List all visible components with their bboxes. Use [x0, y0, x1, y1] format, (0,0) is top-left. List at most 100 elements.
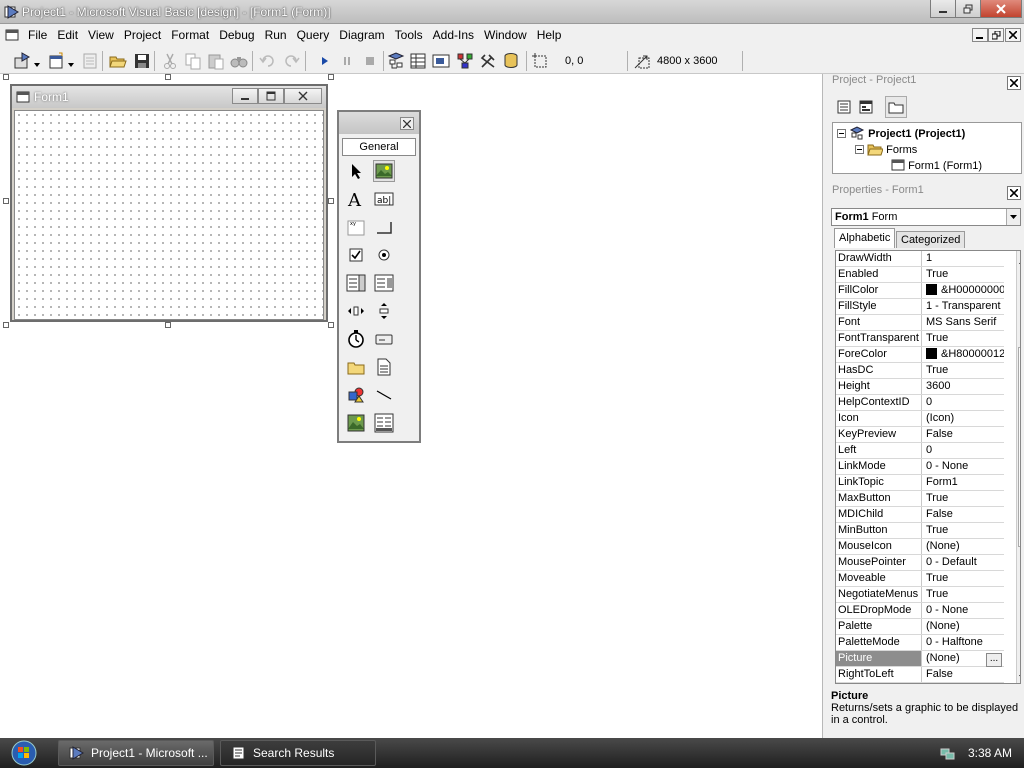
form1-window[interactable]: Form1 — [10, 84, 328, 322]
menu-query[interactable]: Query — [292, 24, 335, 46]
toolbox-window[interactable]: General A ab| xy — [337, 110, 421, 443]
property-row[interactable]: MaxButton True — [836, 491, 1004, 507]
property-value[interactable]: 0 - None — [923, 459, 1004, 474]
undo-button[interactable] — [258, 51, 278, 71]
picture-ellipsis-button[interactable]: ... — [986, 653, 1002, 667]
property-row[interactable]: ForeColor &H80000012 — [836, 347, 1004, 363]
property-value[interactable]: True — [923, 267, 1004, 282]
form-layout-button[interactable] — [431, 51, 451, 71]
tool-checkbox[interactable] — [345, 244, 367, 266]
resize-handle[interactable] — [165, 322, 171, 328]
property-value[interactable]: 0 — [923, 443, 1004, 458]
form1-design-grid[interactable] — [14, 110, 324, 320]
tool-hscrollbar[interactable] — [345, 300, 367, 322]
tree-form1-row[interactable]: Form1 (Form1) — [891, 158, 982, 172]
property-value[interactable]: True — [923, 363, 1004, 378]
add-form-button[interactable] — [46, 51, 66, 71]
tool-combobox[interactable] — [345, 272, 367, 294]
find-button[interactable] — [229, 51, 249, 71]
break-button[interactable] — [337, 51, 357, 71]
property-row[interactable]: FontTransparent True — [836, 331, 1004, 347]
property-row[interactable]: FillStyle 1 - Transparent — [836, 299, 1004, 315]
property-row[interactable]: Left 0 — [836, 443, 1004, 459]
menu-tools[interactable]: Tools — [390, 24, 428, 46]
menu-edit[interactable]: Edit — [52, 24, 83, 46]
resize-handle[interactable] — [3, 74, 9, 80]
add-form-dropdown-arrow[interactable] — [68, 58, 74, 67]
taskbar-item-search[interactable]: Search Results — [220, 740, 376, 766]
property-value[interactable]: &H00000000 — [923, 283, 1004, 298]
property-row[interactable]: Height 3600 — [836, 379, 1004, 395]
open-project-button[interactable] — [108, 51, 128, 71]
property-row[interactable]: LinkMode 0 - None — [836, 459, 1004, 475]
property-value[interactable]: 1 - Transparent — [923, 299, 1004, 314]
property-value[interactable]: Form1 — [923, 475, 1004, 490]
menu-run[interactable]: Run — [260, 24, 292, 46]
property-value[interactable]: True — [923, 587, 1004, 602]
property-value[interactable]: 1 — [923, 251, 1004, 266]
toggle-folders-button[interactable] — [885, 96, 907, 118]
tree-forms-row[interactable]: Forms — [855, 142, 917, 156]
tool-label[interactable]: A — [345, 188, 367, 210]
tool-shape[interactable] — [345, 384, 367, 406]
toolbox-close-button[interactable] — [400, 117, 414, 130]
project-tree[interactable]: Project1 (Project1) Forms Form1 (Form1) — [832, 122, 1022, 174]
menu-help[interactable]: Help — [532, 24, 567, 46]
redo-button[interactable] — [281, 51, 301, 71]
minimize-button[interactable] — [930, 0, 956, 18]
property-row[interactable]: Icon (Icon) — [836, 411, 1004, 427]
tool-option-button[interactable] — [373, 244, 395, 266]
tool-line[interactable] — [373, 384, 395, 406]
mdi-close-button[interactable] — [1005, 28, 1021, 42]
property-value[interactable]: (None) — [923, 619, 1004, 634]
property-row[interactable]: OLEDropMode 0 - None — [836, 603, 1004, 619]
resize-handle[interactable] — [3, 198, 9, 204]
object-selector[interactable]: Form1 Form — [831, 208, 1021, 226]
property-row[interactable]: Moveable True — [836, 571, 1004, 587]
tool-image[interactable] — [345, 412, 367, 434]
tree-root-row[interactable]: Project1 (Project1) — [837, 126, 965, 140]
property-row[interactable]: Enabled True — [836, 267, 1004, 283]
taskbar-item-vb[interactable]: Project1 - Microsoft ... — [58, 740, 214, 766]
resize-handle[interactable] — [328, 322, 334, 328]
close-button[interactable] — [980, 0, 1022, 18]
menu-file[interactable]: File — [23, 24, 52, 46]
property-value[interactable]: True — [923, 331, 1004, 346]
menu-view[interactable]: View — [83, 24, 119, 46]
tab-categorized[interactable]: Categorized — [896, 231, 966, 248]
property-value[interactable]: 3600 — [923, 379, 1004, 394]
property-value[interactable]: False — [923, 507, 1004, 522]
start-button[interactable] — [314, 51, 334, 71]
properties-close-button[interactable] — [1007, 186, 1021, 200]
property-row[interactable]: HasDC True — [836, 363, 1004, 379]
resize-handle[interactable] — [328, 74, 334, 80]
start-orb[interactable] — [8, 739, 40, 767]
property-row[interactable]: DrawWidth 1 — [836, 251, 1004, 267]
add-project-dropdown-arrow[interactable] — [34, 58, 40, 67]
property-row[interactable]: Font MS Sans Serif — [836, 315, 1004, 331]
property-value[interactable]: True — [923, 523, 1004, 538]
property-row[interactable]: FillColor &H00000000 — [836, 283, 1004, 299]
menu-diagram[interactable]: Diagram — [334, 24, 389, 46]
property-row[interactable]: MDIChild False — [836, 507, 1004, 523]
tool-filelistbox[interactable] — [373, 356, 395, 378]
save-project-button[interactable] — [132, 51, 152, 71]
resize-handle[interactable] — [3, 322, 9, 328]
scroll-up-arrow[interactable] — [1019, 255, 1020, 267]
end-button[interactable] — [360, 51, 380, 71]
view-object-button[interactable] — [857, 98, 875, 116]
add-project-button[interactable] — [12, 51, 32, 71]
toolbox-caption-bar[interactable] — [339, 112, 419, 134]
property-value[interactable]: &H80000012 — [923, 347, 1004, 362]
toolbox-tab-general[interactable]: General — [342, 138, 416, 156]
menu-debug[interactable]: Debug — [214, 24, 259, 46]
property-value[interactable]: MS Sans Serif — [923, 315, 1004, 330]
data-view-button[interactable] — [501, 51, 521, 71]
tool-listbox[interactable] — [373, 272, 395, 294]
property-value[interactable]: 0 - Default — [923, 555, 1004, 570]
property-row[interactable]: Picture (None) — [836, 651, 1004, 667]
property-row[interactable]: MinButton True — [836, 523, 1004, 539]
tool-data[interactable] — [373, 412, 395, 434]
object-browser-button[interactable] — [455, 51, 475, 71]
network-tray-icon[interactable] — [940, 745, 956, 764]
